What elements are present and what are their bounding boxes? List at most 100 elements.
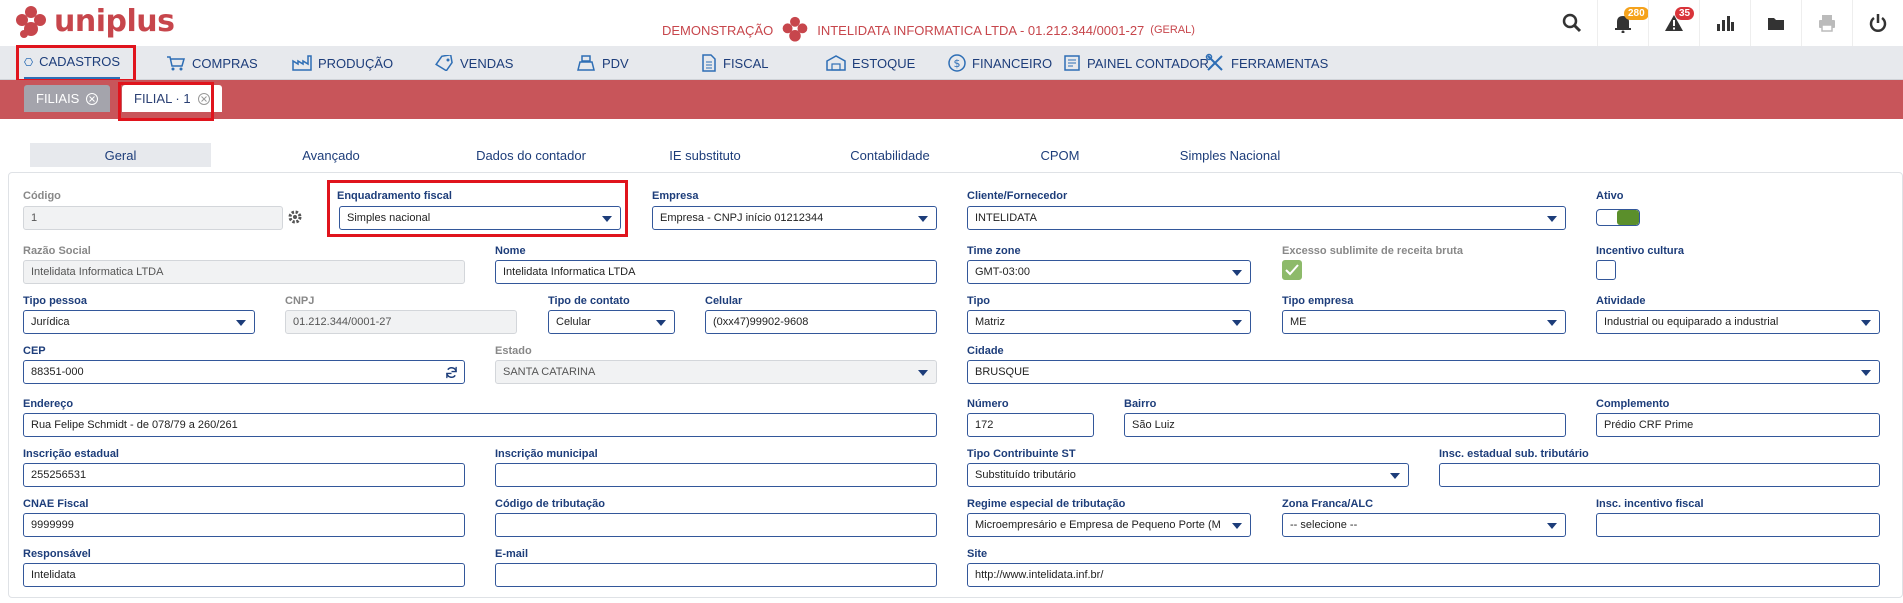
nome-label: Nome	[495, 245, 526, 257]
menu-compras[interactable]: COMPRAS	[166, 46, 258, 80]
nome-field[interactable]: Intelidata Informatica LTDA	[495, 260, 937, 284]
timezone-select[interactable]: GMT-03:00	[967, 260, 1251, 284]
email-field[interactable]	[495, 563, 937, 587]
incentivo-label: Incentivo cultura	[1596, 245, 1685, 257]
codigo-field[interactable]: 1	[23, 206, 283, 230]
search-button[interactable]	[1546, 0, 1597, 46]
cod-trib-field[interactable]	[495, 513, 937, 537]
celular-label: Celular	[705, 295, 743, 307]
menu-estoque[interactable]: ESTOQUE	[826, 46, 915, 80]
tipo-pessoa-select[interactable]: Jurídica	[23, 310, 255, 334]
ie-sub-field[interactable]	[1439, 463, 1880, 487]
cart-icon	[167, 56, 185, 71]
svg-text:$: $	[954, 57, 961, 70]
cep-label: CEP	[23, 345, 46, 357]
tipo-contato-label: Tipo de contato	[548, 295, 630, 307]
tab-simples-nacional[interactable]: Simples Nacional	[1130, 143, 1330, 167]
chevron-down-icon	[1547, 523, 1557, 529]
tab-dados-contador[interactable]: Dados do contador	[441, 143, 621, 167]
zona-select[interactable]: -- selecione --	[1282, 513, 1566, 537]
im-label: Inscrição municipal	[495, 448, 598, 460]
refresh-icon[interactable]	[445, 366, 458, 379]
files-button[interactable]	[1750, 0, 1801, 46]
insc-incentivo-field[interactable]	[1596, 513, 1880, 537]
tipo-contrib-select[interactable]: Substituído tributário	[967, 463, 1409, 487]
site-field[interactable]: http://www.intelidata.inf.br/	[967, 563, 1880, 587]
company-info: DEMONSTRAÇÃO INTELIDATA INFORMATICA LTDA…	[662, 16, 1195, 44]
complemento-field[interactable]: Prédio CRF Prime	[1596, 413, 1880, 437]
menu-producao[interactable]: PRODUÇÃO	[292, 46, 393, 80]
highlight-cadastros	[16, 45, 136, 82]
numero-field[interactable]: 172	[967, 413, 1094, 437]
menu-vendas[interactable]: VENDAS	[434, 46, 513, 80]
tipo-empresa-select[interactable]: ME	[1282, 310, 1566, 334]
tipo-contato-select[interactable]: Celular	[548, 310, 675, 334]
ie-sub-label: Insc. estadual sub. tributário	[1439, 448, 1589, 460]
site-label: Site	[967, 548, 988, 560]
responsavel-field[interactable]: Intelidata	[23, 563, 465, 587]
cnae-field[interactable]: 9999999	[23, 513, 465, 537]
chevron-down-icon	[918, 216, 928, 222]
tab-filiais[interactable]: FILIAIS	[24, 85, 111, 112]
cidade-select[interactable]: BRUSQUE	[967, 360, 1880, 384]
im-field[interactable]	[495, 463, 937, 487]
tools-icon	[1205, 53, 1223, 71]
highlight-filial-tab	[118, 82, 214, 121]
atividade-select[interactable]: Industrial ou equiparado a industrial	[1596, 310, 1880, 334]
logout-button[interactable]	[1852, 0, 1903, 46]
menu-fiscal[interactable]: FISCAL	[701, 46, 769, 80]
gear-icon[interactable]	[287, 209, 303, 225]
main-menu: CADASTROS COMPRAS PRODUÇÃO VENDAS PDV FI…	[0, 46, 1903, 80]
ie-field[interactable]: 255256531	[23, 463, 465, 487]
register-icon	[577, 55, 595, 71]
tipo-pessoa-label: Tipo pessoa	[23, 295, 87, 307]
cidade-label: Cidade	[967, 345, 1004, 357]
notifications-button[interactable]: 280	[1597, 0, 1649, 46]
menu-pdv[interactable]: PDV	[576, 46, 629, 80]
ledger-icon	[1064, 55, 1080, 71]
brand-logo[interactable]: uniplus	[14, 4, 175, 39]
brand-name: uniplus	[54, 4, 175, 39]
tab-avancado[interactable]: Avançado	[211, 143, 451, 167]
chevron-down-icon	[1232, 320, 1242, 326]
cnpj-label: CNPJ	[285, 295, 315, 307]
top-bar: uniplus DEMONSTRAÇÃO INTELIDATA INFORMAT…	[0, 0, 1903, 46]
highlight-enquadramento	[327, 180, 628, 237]
tab-geral[interactable]: Geral	[30, 143, 211, 167]
checkmark-icon	[1285, 264, 1299, 276]
company-name[interactable]: INTELIDATA INFORMATICA LTDA - 01.212.344…	[817, 23, 1144, 38]
excesso-checkbox[interactable]	[1282, 260, 1302, 280]
folder-icon	[1768, 18, 1784, 30]
warehouse-icon	[826, 55, 846, 71]
print-button[interactable]	[1801, 0, 1852, 46]
chevron-down-icon	[236, 320, 246, 326]
chevron-down-icon	[656, 320, 666, 326]
endereco-field[interactable]: Rua Felipe Schmidt - de 078/79 a 260/261	[23, 413, 937, 437]
search-icon	[1562, 13, 1581, 33]
tab-contabilidade[interactable]: Contabilidade	[765, 143, 1015, 167]
menu-painel-contador[interactable]: PAINEL CONTADOR	[1063, 46, 1209, 80]
cnpj-field[interactable]: 01.212.344/0001-27	[285, 310, 517, 334]
empresa-select[interactable]: Empresa - CNPJ início 01212344	[652, 206, 937, 230]
tipo-select[interactable]: Matriz	[967, 310, 1251, 334]
chevron-down-icon	[1547, 320, 1557, 326]
chevron-down-icon	[1390, 473, 1400, 479]
bairro-field[interactable]: São Luiz	[1124, 413, 1566, 437]
cep-field[interactable]: 88351-000	[23, 360, 465, 384]
razao-label: Razão Social	[23, 245, 91, 257]
alerts-button[interactable]: 35	[1648, 0, 1699, 46]
celular-field[interactable]: (0xx47)99902-9608	[705, 310, 937, 334]
insc-incentivo-label: Insc. incentivo fiscal	[1596, 498, 1704, 510]
close-icon[interactable]	[86, 92, 99, 105]
cliente-select[interactable]: INTELIDATA	[967, 206, 1566, 230]
ativo-toggle[interactable]	[1596, 209, 1640, 226]
reports-button[interactable]	[1699, 0, 1750, 46]
tab-cpom[interactable]: CPOM	[990, 143, 1130, 167]
incentivo-checkbox[interactable]	[1596, 260, 1616, 280]
estado-select[interactable]: SANTA CATARINA	[495, 360, 937, 384]
ie-label: Inscrição estadual	[23, 448, 119, 460]
menu-ferramentas[interactable]: FERRAMENTAS	[1205, 46, 1328, 80]
menu-financeiro[interactable]: $ FINANCEIRO	[948, 46, 1052, 80]
regime-select[interactable]: Microempresário e Empresa de Pequeno Por…	[967, 513, 1251, 537]
razao-field[interactable]: Intelidata Informatica LTDA	[23, 260, 465, 284]
